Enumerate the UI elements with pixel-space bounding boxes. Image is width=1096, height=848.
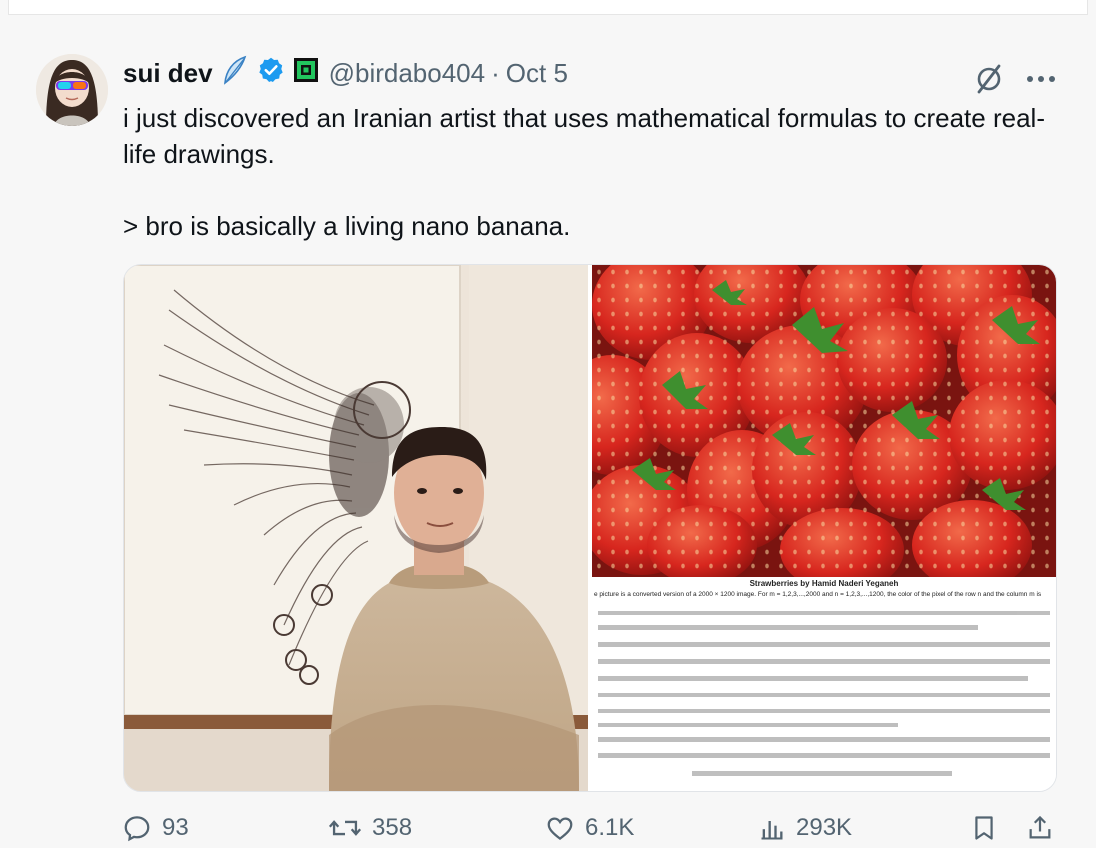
separator-dot: · <box>491 57 500 88</box>
like-count: 6.1K <box>585 814 635 841</box>
tweet-media[interactable]: Strawberries by Hamid Naderi Yeganeh e p… <box>123 264 1057 792</box>
author-name[interactable]: sui dev <box>123 58 213 89</box>
bookmark-icon <box>975 816 993 840</box>
views-count: 293K <box>796 814 853 841</box>
reply-button[interactable]: 93 <box>122 808 189 848</box>
green-affiliate-badge-icon[interactable] <box>293 57 319 90</box>
share-icon <box>1029 815 1051 839</box>
bookmark-button[interactable] <box>970 808 1008 848</box>
share-button[interactable] <box>1026 808 1064 848</box>
artist-photo[interactable] <box>124 265 588 791</box>
tweet-text: i just discovered an Iranian artist that… <box>123 100 1073 244</box>
previous-tweet-edge <box>8 0 1088 15</box>
action-bar: 93 358 6.1K 293K <box>0 808 1096 848</box>
tweet-line-1: i just discovered an Iranian artist that… <box>123 103 1045 169</box>
tweet-header: sui dev @birdabo404 · Oct 5 <box>123 55 568 92</box>
grok-icon[interactable] <box>972 62 1006 96</box>
verified-badge-icon[interactable] <box>257 56 285 91</box>
author-handle[interactable]: @birdabo404 <box>329 58 486 89</box>
views-icon <box>761 821 783 840</box>
reply-count: 93 <box>162 814 189 841</box>
like-icon <box>547 817 573 841</box>
tweet-date[interactable]: Oct 5 <box>506 58 568 89</box>
tweet-card[interactable]: sui dev @birdabo404 · Oct 5 i just disco… <box>0 18 1096 846</box>
repost-button[interactable]: 358 <box>328 808 412 848</box>
strawberries-image[interactable]: Strawberries by Hamid Naderi Yeganeh e p… <box>557 265 1056 791</box>
more-icon[interactable] <box>1024 64 1058 94</box>
artwork-caption: e picture is a converted version of a 20… <box>594 591 1042 598</box>
repost-icon <box>328 820 362 836</box>
views-button[interactable]: 293K <box>758 808 852 848</box>
avatar[interactable] <box>36 54 108 126</box>
feather-emoji-icon <box>221 55 249 92</box>
artwork-title: Strawberries by Hamid Naderi Yeganeh <box>749 579 899 588</box>
reply-icon <box>124 816 150 842</box>
repost-count: 358 <box>372 814 413 841</box>
like-button[interactable]: 6.1K <box>545 808 634 848</box>
tweet-line-2: > bro is basically a living nano banana. <box>123 211 571 241</box>
